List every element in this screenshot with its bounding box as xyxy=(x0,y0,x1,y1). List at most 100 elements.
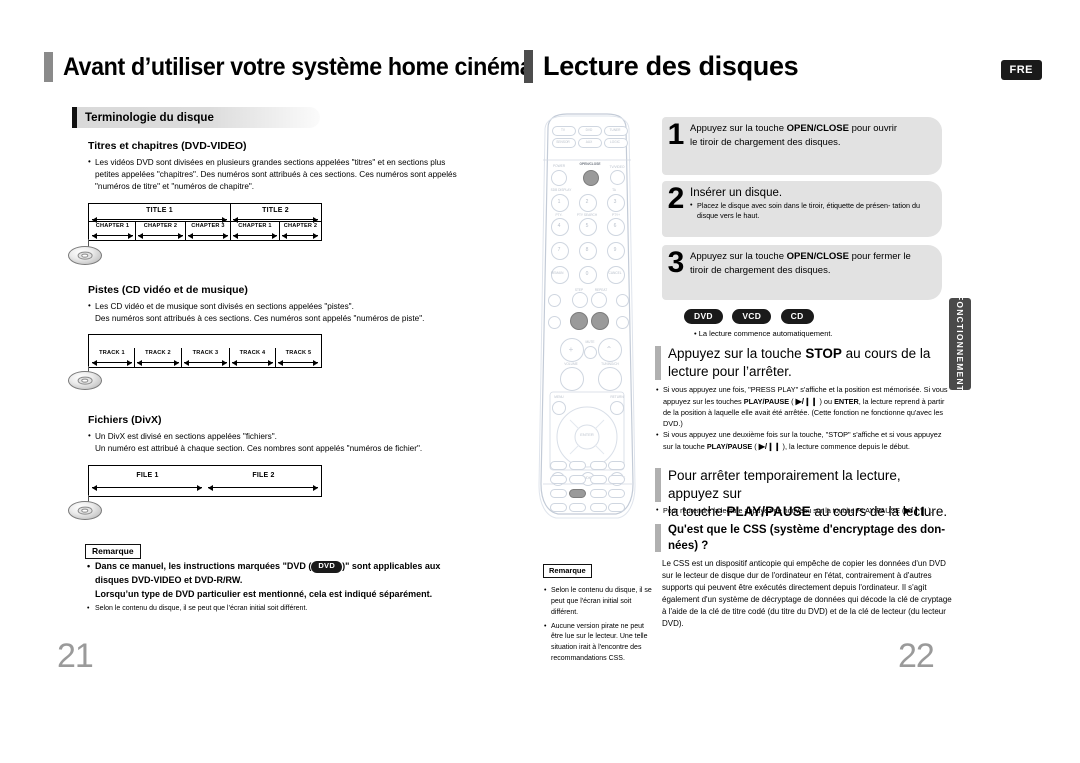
diagram-label-chapter-2-2: CHAPTER 2 xyxy=(283,223,318,229)
diagram-titles-chapters: TITLE 1 TITLE 2 CHAPTER 1 CHAPTER 2 CHAP… xyxy=(88,203,322,241)
remote-label-pty-plus: PTY+ xyxy=(611,213,621,217)
diagram-arrow-track xyxy=(232,359,273,366)
remote-label-cancel: CANCEL xyxy=(608,271,622,275)
remote-button-zoom xyxy=(550,489,567,498)
left-note-badge-wrap: Remarque xyxy=(85,541,141,559)
auto-play-note-text: La lecture commence automatiquement. xyxy=(698,329,833,338)
diagram-label-track-5: TRACK 5 xyxy=(285,350,312,356)
disc-type-badges: DVD VCD CD xyxy=(684,308,814,326)
right-note-b1: Selon le contenu du disque, il se peut q… xyxy=(551,587,652,616)
remote-button-dimmer xyxy=(590,461,607,470)
side-tab-fonctionnement: FONCTIONNEMENT xyxy=(949,295,971,393)
diagram-label-track-3: TRACK 3 xyxy=(192,350,219,356)
badge-dvd: DVD xyxy=(684,309,723,325)
diagram-files: FILE 1 FILE 2 xyxy=(88,465,322,497)
remote-button-next xyxy=(616,294,629,307)
bullet-dot: • xyxy=(88,157,91,166)
stop-section-heading-text: Appuyez sur la touche STOP au cours de l… xyxy=(668,345,953,381)
remote-label-1: 1 xyxy=(557,199,561,205)
step-2-sub: • Placez le disque avec soin dans le tir… xyxy=(690,200,928,221)
remote-label-tv-video: TV/VIDEO xyxy=(609,165,625,169)
remote-label-5: 5 xyxy=(585,223,589,229)
remote-button-mode xyxy=(550,461,567,470)
remote-icon-chevron-up: ⌃ xyxy=(605,345,613,354)
badge-vcd: VCD xyxy=(732,309,772,325)
css-heading-line2: nées) ? xyxy=(668,539,709,552)
remote-label-0: 0 xyxy=(585,271,589,277)
remote-button-tune-mode xyxy=(590,489,607,498)
css-heading-line1: Qu'est que le CSS (système d'encryptage … xyxy=(668,524,946,536)
step-3: 3 Appuyez sur la touche OPEN/CLOSE pour … xyxy=(662,245,942,300)
bullet-dot: • xyxy=(656,505,659,514)
remote-label-mute: MUTE xyxy=(585,340,595,344)
right-note-body: • Selon le contenu du disque, il se peut… xyxy=(544,586,656,665)
subheading-titres-chapitres: Titres et chapitres (DVD-VIDEO) xyxy=(88,140,247,152)
remarque-badge: Remarque xyxy=(85,544,141,559)
bullet-titres-chapitres: • Les vidéos DVD sont divisées en plusieu… xyxy=(88,157,463,193)
remote-label-8: 8 xyxy=(585,247,589,253)
remote-label-sdb-display: SDB DISPLAY xyxy=(550,188,572,192)
remote-button-play-pause xyxy=(591,312,609,330)
step-1-text-a: Appuyez sur la touche xyxy=(690,123,787,134)
bullet-dot: • xyxy=(690,200,693,210)
stop-bullet-2: • Si vous appuyez une deuxième fois sur … xyxy=(656,430,942,451)
left-note-line1-a: Dans ce manuel, les instructions marquée… xyxy=(95,561,312,571)
bullet-dot: • xyxy=(88,431,91,440)
step-3-line1: Appuyez sur la touche OPEN/CLOSE pour fe… xyxy=(690,250,928,264)
right-note-bullet-2: • Aucune version pirate ne peut être lue… xyxy=(544,622,656,665)
step-3-text-b: pour fermer le xyxy=(848,251,911,262)
left-note-line3: Lorsqu’un type de DVD particulier est me… xyxy=(95,588,433,599)
language-badge: FRE xyxy=(1000,60,1042,80)
remote-label-pty-minus: PTY- xyxy=(555,213,563,217)
stop-line2: lecture pour l’arrêter. xyxy=(668,364,792,380)
right-page-number: 22 xyxy=(898,637,935,675)
diagram-label-chapter-1-3: CHAPTER 3 xyxy=(191,223,225,229)
stop-section-heading: Appuyez sur la touche STOP au cours de l… xyxy=(655,345,955,381)
remote-label-menu: MENU xyxy=(554,395,564,399)
left-page-title: Avant d’utiliser votre système home ciné… xyxy=(63,52,533,81)
manual-spread: Avant d’utiliser votre système home ciné… xyxy=(0,0,1080,763)
remote-label-enter: ENTER xyxy=(580,432,594,437)
remote-keypad-lower xyxy=(550,453,625,515)
diagram-arrow-file xyxy=(208,484,318,491)
remote-button-step xyxy=(572,292,588,308)
remote-button-sound-edit xyxy=(608,475,625,484)
remote-label-volume: VOLUME xyxy=(564,362,578,366)
remote-label-return: RETURN xyxy=(610,395,624,399)
remote-label-sensor: SENSOR xyxy=(556,140,570,144)
remote-label-tuning-ch: TUNING/CH xyxy=(601,362,619,366)
right-page-title-row: Lecture des disques xyxy=(524,50,799,83)
remote-label-aux: AUX xyxy=(585,140,593,144)
remarque-badge: Remarque xyxy=(543,564,592,578)
remote-button-repeat xyxy=(591,292,607,308)
left-note-line4: Selon le contenu du disque, il se peut q… xyxy=(95,604,308,612)
remote-button-rewind xyxy=(548,316,561,329)
remote-button-forward xyxy=(616,316,629,329)
diagram-arrow-chapter xyxy=(138,232,183,239)
left-note-line2: disques DVD-VIDEO et DVD-R/RW. xyxy=(95,574,243,585)
disc-icon xyxy=(68,501,102,520)
bullet-dot: • xyxy=(544,587,547,594)
diagram-arrow-chapter xyxy=(188,232,228,239)
bullet-dot: • xyxy=(694,329,697,338)
diagram-arrow-chapter xyxy=(282,232,318,239)
remote-label-7: 7 xyxy=(557,247,561,253)
diagram-label-chapter-2-1: CHAPTER 1 xyxy=(238,223,272,229)
step-2-title: Insérer un disque. xyxy=(690,187,783,199)
remote-button-reset xyxy=(569,475,586,484)
bullet-text: Les vidéos DVD sont divisées en plusieur… xyxy=(95,158,457,191)
play-pause-icon: ▶/❙❙ xyxy=(795,396,818,406)
css-heading-text: Qu'est que le CSS (système d'encryptage … xyxy=(668,523,955,554)
stop-b1-bold1: PLAY/PAUSE xyxy=(743,396,790,406)
pause-text-a: Pour arrêter temporairement la lecture, … xyxy=(668,468,901,502)
css-body: Le CSS est un dispositif anticopie qui e… xyxy=(662,559,952,628)
diagram-arrow-chapter xyxy=(92,232,133,239)
section-title-label: Terminologie du disque xyxy=(85,111,214,124)
diagram-arrow-title-2 xyxy=(233,216,318,223)
title-accent-bar xyxy=(524,50,533,83)
side-tab-label: FONCTIONNEMENT xyxy=(955,295,965,393)
left-note-line1-b: )" sont applicables aux xyxy=(342,561,441,571)
dvd-badge-icon: DVD xyxy=(311,560,343,573)
remote-button-prev xyxy=(548,294,561,307)
play-pause-icon: ▶/❙❙ xyxy=(758,441,781,451)
